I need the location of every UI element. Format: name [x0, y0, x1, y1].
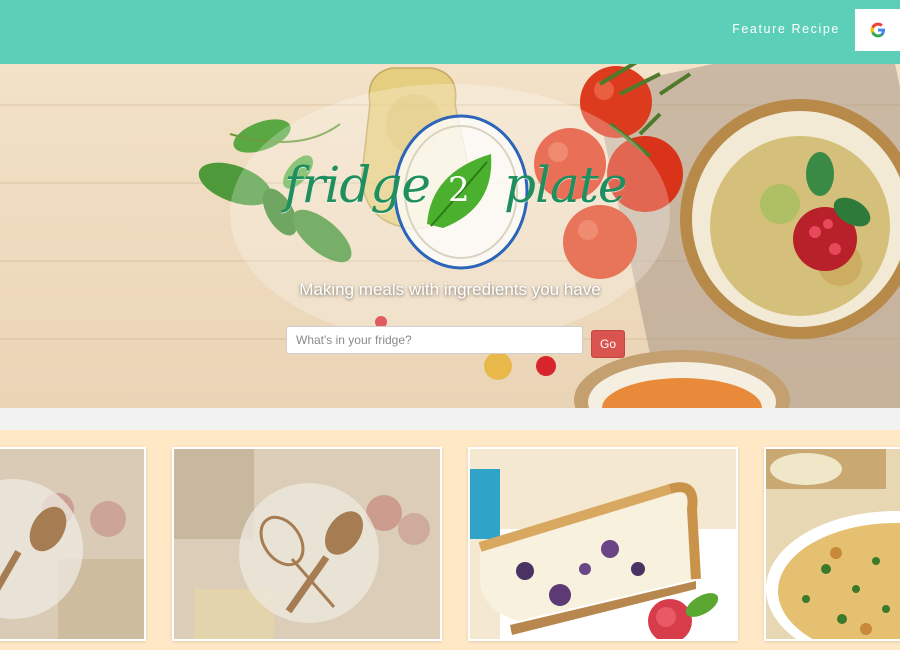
feature-recipe-link[interactable]: Feature Recipe [732, 22, 840, 36]
utensils-placeholder-image [0, 449, 144, 639]
recipe-card[interactable] [764, 447, 900, 641]
pomegranate-seed [536, 356, 556, 376]
section-divider [0, 408, 900, 430]
google-g-icon [870, 22, 885, 38]
recipe-card[interactable] [172, 447, 442, 641]
cheesecake-photo [470, 449, 736, 639]
recipe-cards-row [0, 430, 900, 650]
go-button[interactable]: Go [591, 330, 625, 358]
recipe-card[interactable] [0, 447, 146, 641]
logo-number: 2 [448, 170, 470, 210]
hero-tagline: Making meals with ingredients you have [299, 280, 601, 299]
recipe-card[interactable] [468, 447, 738, 641]
logo-text-plate: plate [504, 156, 627, 214]
dip-bowl [680, 99, 900, 339]
logo-text-fridge: fridge [284, 156, 431, 214]
casserole-photo [766, 449, 900, 639]
chickpea [484, 352, 512, 380]
ingredient-search-input[interactable] [286, 326, 583, 354]
hero-banner: fridge 2 plate Making meals with ingredi… [0, 64, 900, 408]
google-signin-button[interactable] [855, 9, 900, 51]
soup-bowl [574, 350, 790, 408]
utensils-placeholder-image [174, 449, 440, 639]
top-navbar: Feature Recipe [0, 0, 900, 64]
